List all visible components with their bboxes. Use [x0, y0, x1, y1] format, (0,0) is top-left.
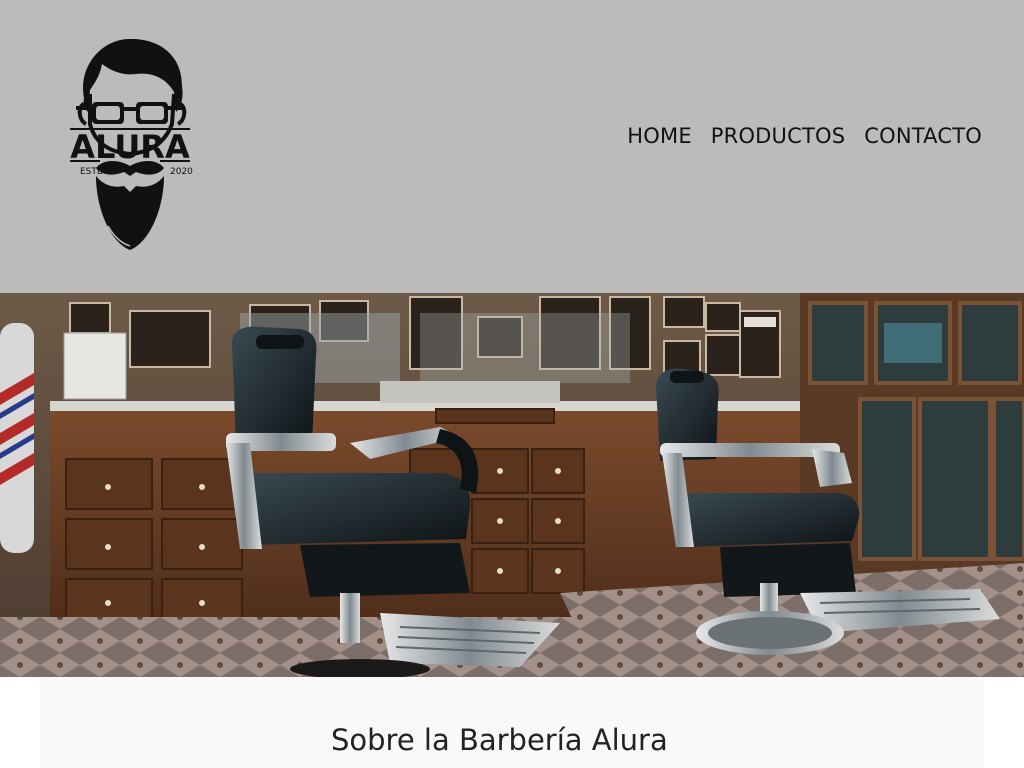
nav-productos-link[interactable]: PRODUCTOS	[711, 124, 845, 148]
svg-text:2020: 2020	[170, 167, 193, 177]
barbershop-interior-image	[0, 293, 1024, 677]
alura-logo[interactable]: ALURA ESTD 2020	[66, 36, 194, 256]
about-title: Sobre la Barbería Alura	[331, 723, 668, 757]
bearded-man-logo-icon: ALURA ESTD 2020	[70, 38, 193, 250]
nav-contacto-link[interactable]: CONTACTO	[864, 124, 982, 148]
nav-home-link[interactable]: HOME	[627, 124, 692, 148]
svg-text:ALURA: ALURA	[70, 128, 190, 166]
site-header: ALURA ESTD 2020 HOME PRODUCTOS CONTACTO	[0, 0, 1024, 293]
hero-banner	[0, 293, 1024, 677]
about-section: Sobre la Barbería Alura	[40, 677, 984, 768]
main-nav: HOME PRODUCTOS CONTACTO	[627, 124, 982, 148]
